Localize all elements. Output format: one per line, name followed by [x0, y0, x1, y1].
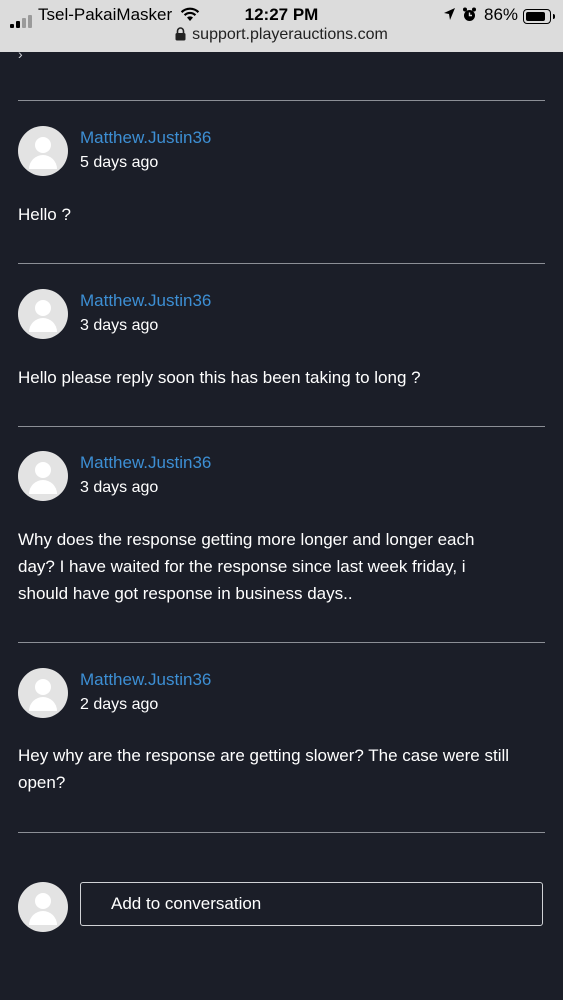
clock: 12:27 PM	[244, 5, 319, 24]
url-text: support.playerauctions.com	[192, 26, 388, 43]
comment-text: Hey why are the response are getting slo…	[18, 746, 510, 792]
divider	[18, 100, 545, 101]
lock-icon	[175, 27, 186, 46]
battery-percentage: 86%	[484, 5, 519, 24]
comment-author[interactable]: Matthew.Justin36	[80, 670, 211, 690]
comment-text: Hello please reply soon this has been ta…	[18, 368, 421, 387]
alarm-clock-icon	[462, 7, 477, 27]
avatar	[18, 289, 68, 339]
add-to-conversation-input[interactable]: Add to conversation	[80, 882, 543, 926]
divider	[18, 642, 545, 643]
comment-timestamp: 3 days ago	[80, 317, 159, 334]
avatar	[18, 451, 68, 501]
battery-icon	[523, 9, 555, 24]
chevron-right-icon[interactable]: ›	[18, 46, 23, 62]
ios-status-bar: Tsel-PakaiMasker 12:27 PM 86% support.pl…	[0, 0, 563, 52]
location-arrow-icon	[443, 7, 456, 26]
comment-author[interactable]: Matthew.Justin36	[80, 291, 211, 311]
avatar	[18, 126, 68, 176]
avatar	[18, 668, 68, 718]
divider	[18, 263, 545, 264]
comment-author[interactable]: Matthew.Justin36	[80, 128, 211, 148]
comment-timestamp: 2 days ago	[80, 696, 159, 713]
comment-text: Hello ?	[18, 205, 71, 224]
comment-timestamp: 5 days ago	[80, 154, 159, 171]
divider	[18, 426, 545, 427]
comment-timestamp: 3 days ago	[80, 479, 159, 496]
comment-author[interactable]: Matthew.Justin36	[80, 453, 211, 473]
url-bar[interactable]: support.playerauctions.com	[0, 26, 563, 48]
comment-text: Why does the response getting more longe…	[18, 530, 475, 603]
avatar	[18, 882, 68, 932]
divider	[18, 832, 545, 833]
